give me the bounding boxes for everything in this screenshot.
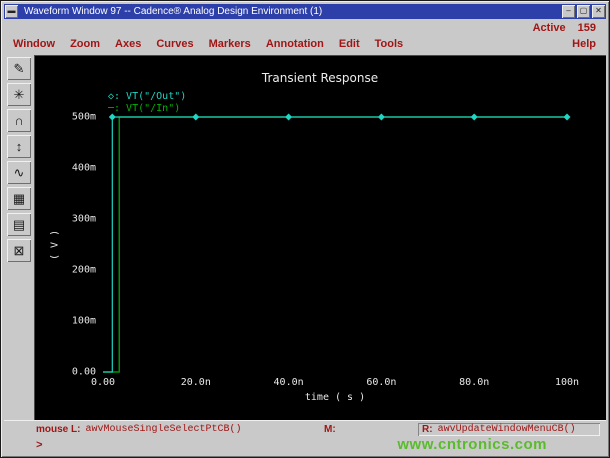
y-tick-label: 500m [71, 111, 96, 123]
x-tick-label: 80.0n [459, 377, 490, 388]
y-axis-ticks: 500m 400m 300m 200m 100m 0.00 [62, 112, 98, 378]
x-tick-label: 0.00 [90, 377, 116, 388]
menu-item-help[interactable]: Help [572, 38, 596, 50]
strip-chart-tool-button[interactable]: ↕ [7, 135, 31, 158]
trace-in[interactable] [103, 116, 567, 373]
active-value: 159 [577, 22, 596, 34]
minimize-icon[interactable]: – [562, 5, 575, 18]
menubar-area: Active 159 Window Zoom Axes Curves Markers Ann… [4, 19, 606, 55]
mouse-right-command: awvUpdateWindowMenuCB() [437, 424, 576, 435]
menu-item-zoom[interactable]: Zoom [70, 38, 100, 50]
delete-tool-button[interactable]: ⊠ [7, 239, 31, 262]
pencil-tool-button[interactable]: ✎ [7, 57, 31, 80]
y-tick-label: 0.00 [71, 366, 96, 378]
mouse-left-label: mouse L: [36, 424, 81, 435]
main-area: ✎ ✳ ∩ ↕ ∿ ▦ ▤ ⊠ Transient Response ◇: VT("/Out"… [4, 55, 606, 420]
mouse-right-binding: R: awvUpdateWindowMenuCB() [418, 423, 600, 436]
menu-item-tools[interactable]: Tools [375, 38, 404, 50]
active-status: Active 159 [533, 22, 596, 34]
copy-window-tool-button[interactable]: ▤ [7, 213, 31, 236]
legend: ◇: VT("/Out") ─: VT("/In") [108, 91, 186, 115]
legend-item: ─: VT("/In") [108, 103, 181, 114]
mouse-middle-label: M: [324, 424, 336, 435]
trace-marker[interactable] [563, 113, 571, 121]
redraw-tool-icon: ∩ [14, 113, 24, 128]
strip-chart-tool-icon: ↕ [15, 139, 23, 154]
trace-marker[interactable] [377, 113, 385, 121]
trace-marker[interactable] [192, 113, 200, 121]
trace-out[interactable] [103, 116, 567, 373]
menu-item-curves[interactable]: Curves [156, 38, 193, 50]
x-tick-label: 20.0n [180, 377, 211, 388]
subwaveform-tool-icon: ∿ [13, 164, 25, 180]
y-axis-label: ( V ) [49, 229, 61, 260]
prompt-symbol: > [36, 440, 43, 452]
trace-plot[interactable] [103, 113, 571, 373]
x-tick-label: 40.0n [273, 377, 304, 388]
copy-window-tool-icon: ▤ [12, 216, 26, 232]
chart-title: Transient Response [261, 71, 379, 85]
x-tick-label: 60.0n [366, 377, 397, 388]
y-tick-label: 400m [71, 162, 96, 174]
zoom-fit-tool-icon: ✳ [13, 86, 25, 102]
menu-item-axes[interactable]: Axes [115, 38, 141, 50]
mouse-left-command: awvMouseSingleSelectPtCB() [85, 424, 242, 435]
x-tick-label: 100n [554, 377, 580, 388]
legend-item: ◇: VT("/Out") [108, 91, 187, 102]
data-table-tool-button[interactable]: ▦ [7, 187, 31, 210]
pencil-tool-icon: ✎ [13, 60, 25, 76]
menubar: Window Zoom Axes Curves Markers Annotation Edi… [13, 38, 403, 50]
mouse-left-binding: mouse L: awvMouseSingleSelectPtCB() [36, 424, 314, 435]
tool-palette: ✎ ✳ ∩ ↕ ∿ ▦ ▤ ⊠ [4, 55, 34, 420]
trace-marker[interactable] [470, 113, 478, 121]
delete-tool-icon: ⊠ [13, 242, 25, 258]
mouse-right-label: R: [422, 424, 433, 435]
close-icon[interactable]: ✕ [592, 5, 605, 18]
window-title: Waveform Window 97 -- Cadence® Analog De… [24, 6, 323, 17]
zoom-fit-tool-button[interactable]: ✳ [7, 83, 31, 106]
menu-item-markers[interactable]: Markers [209, 38, 251, 50]
app-window: ▬ Waveform Window 97 -- Cadence® Analog … [0, 0, 610, 458]
menu-item-annotation[interactable]: Annotation [266, 38, 324, 50]
window-menu-icon[interactable]: ▬ [5, 5, 18, 18]
menu-item-window[interactable]: Window [13, 38, 55, 50]
watermark: www.cntronics.com [397, 436, 547, 453]
menu-item-edit[interactable]: Edit [339, 38, 360, 50]
x-axis-label: time ( s ) [304, 392, 366, 403]
data-table-tool-icon: ▦ [12, 190, 26, 206]
y-tick-label: 200m [71, 264, 96, 276]
waveform-canvas[interactable]: Transient Response ◇: VT("/Out") ─: VT("/… [34, 55, 606, 420]
subwaveform-tool-button[interactable]: ∿ [7, 161, 31, 184]
y-tick-label: 100m [71, 315, 96, 327]
trace-marker[interactable] [285, 113, 293, 121]
maximize-icon[interactable]: ▢ [577, 5, 590, 18]
x-axis-ticks: 0.00 20.0n 40.0n 60.0n 80.0n 100n [91, 377, 579, 389]
active-label: Active [532, 22, 566, 34]
titlebar: ▬ Waveform Window 97 -- Cadence® Analog … [4, 4, 606, 19]
redraw-tool-button[interactable]: ∩ [7, 109, 31, 132]
y-tick-label: 300m [71, 213, 96, 225]
